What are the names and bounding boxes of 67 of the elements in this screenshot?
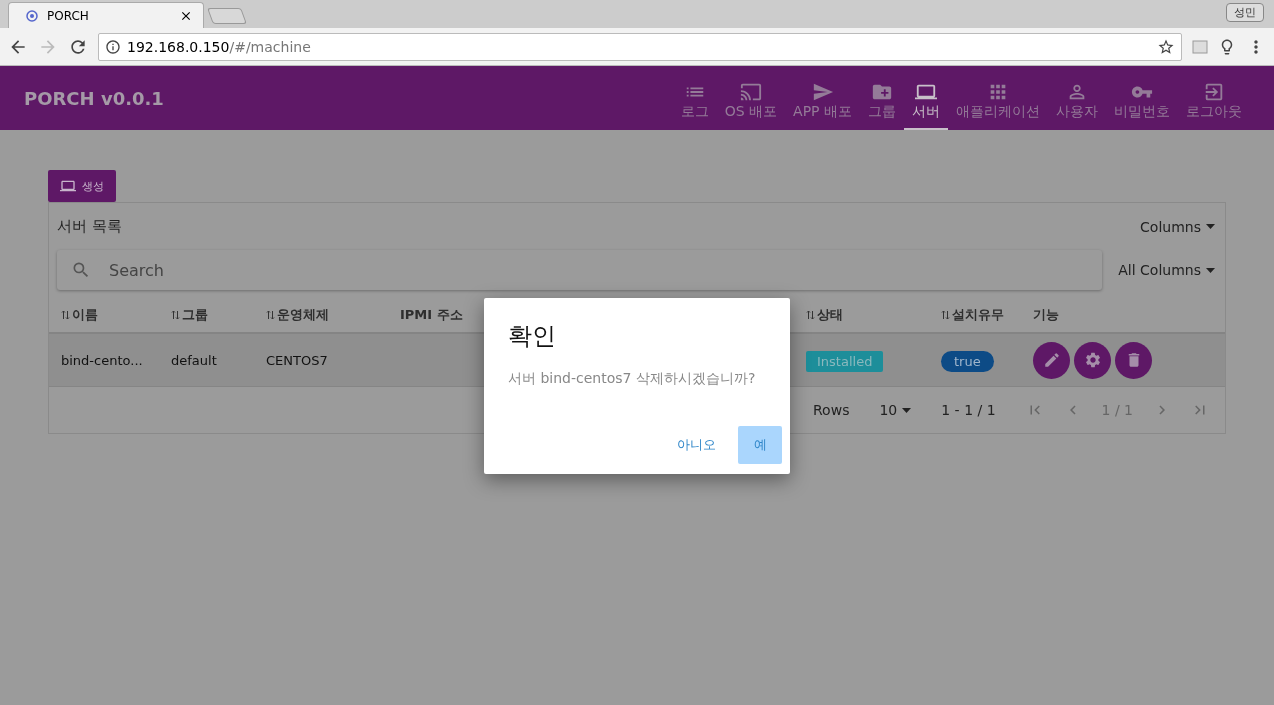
card-title: 서버 목록 (57, 217, 122, 236)
address-bar[interactable]: 192.168.0.150/#/machine (98, 32, 1182, 61)
nav-label: 애플리케이션 (956, 103, 1040, 121)
search-field[interactable]: Search (57, 250, 1103, 290)
nav-label: 로그 (680, 103, 709, 121)
nav-label: APP 배포 (793, 103, 852, 121)
dialog-title: 확인 (508, 321, 557, 352)
caret-icon (902, 407, 912, 413)
column-header[interactable]: 상태 (806, 306, 941, 324)
browser-tab[interactable]: PORCH (8, 2, 204, 28)
url-text: 192.168.0.150/#/machine (127, 38, 311, 55)
column-header[interactable]: 이름 (61, 306, 171, 324)
app-title: PORCH v0.0.1 (24, 87, 165, 109)
create-button[interactable]: 생성 (48, 170, 116, 202)
rows-per-page-dropdown[interactable]: 10 (879, 402, 912, 418)
tab-title: PORCH (47, 8, 90, 23)
columns-menu[interactable]: Columns (1140, 218, 1215, 235)
profile-button[interactable]: 성민 (1226, 3, 1264, 22)
send-icon (811, 81, 834, 103)
sort-icon (266, 310, 275, 320)
sort-icon (171, 310, 180, 320)
nav-tab[interactable]: 애플리케이션 (948, 74, 1048, 130)
delete-button[interactable] (1115, 341, 1152, 379)
sort-icon (806, 310, 815, 320)
nav-label: 서버 (912, 103, 940, 121)
column-header[interactable]: 운영체제 (266, 306, 400, 324)
cancel-button[interactable]: 아니오 (665, 426, 728, 464)
column-header[interactable]: 설치유무 (941, 306, 1033, 324)
nav-tab[interactable]: APP 배포 (785, 74, 860, 130)
caret-icon (1206, 224, 1215, 229)
pencil-icon (1042, 351, 1061, 369)
dialog-message: 서버 bind-centos7 삭제하시겠습니까? (508, 370, 757, 388)
info-icon[interactable] (105, 38, 121, 55)
nav-tab[interactable]: 로그 (672, 74, 717, 130)
logout-icon (1203, 81, 1225, 103)
sort-icon (941, 310, 950, 320)
column-header: 기능 (1033, 306, 1060, 324)
column-header[interactable]: 그룹 (171, 306, 266, 324)
cast-icon (739, 81, 762, 103)
filter-dropdown[interactable]: All Columns (1118, 262, 1215, 278)
caret-icon (1206, 267, 1215, 273)
nav-tab[interactable]: OS 배포 (716, 74, 786, 130)
nav-label: 비밀번호 (1114, 103, 1170, 121)
table-cell-text: CENTOS7 (266, 352, 329, 368)
edit-button[interactable] (1033, 341, 1070, 379)
rows-label: Rows (813, 402, 850, 418)
installed-badge: true (941, 350, 994, 372)
range-text: 1 - 1 / 1 (941, 402, 996, 418)
nav-tab[interactable]: 사용자 (1048, 74, 1106, 130)
confirm-button[interactable]: 예 (738, 426, 782, 464)
nav-label: 로그아웃 (1186, 103, 1242, 121)
status-badge: Installed (806, 350, 884, 372)
nav-tab[interactable]: 비밀번호 (1106, 74, 1178, 130)
search-icon (71, 260, 91, 280)
nav-label: 그룹 (868, 103, 896, 121)
nav-label: OS 배포 (724, 103, 778, 121)
laptop-icon (60, 178, 76, 194)
nav-label: 사용자 (1056, 103, 1098, 121)
settings-button[interactable] (1074, 341, 1111, 379)
nav-tab[interactable]: 로그아웃 (1178, 74, 1250, 130)
gear-icon (1083, 351, 1102, 369)
table-cell-text: bind-cento... (61, 352, 144, 368)
table-cell-text: default (171, 352, 218, 368)
nav-tab[interactable]: 서버 (904, 74, 948, 130)
sort-icon (61, 310, 70, 320)
column-header: IPMI 주소 (400, 306, 464, 324)
nav-tab[interactable]: 그룹 (860, 74, 904, 130)
